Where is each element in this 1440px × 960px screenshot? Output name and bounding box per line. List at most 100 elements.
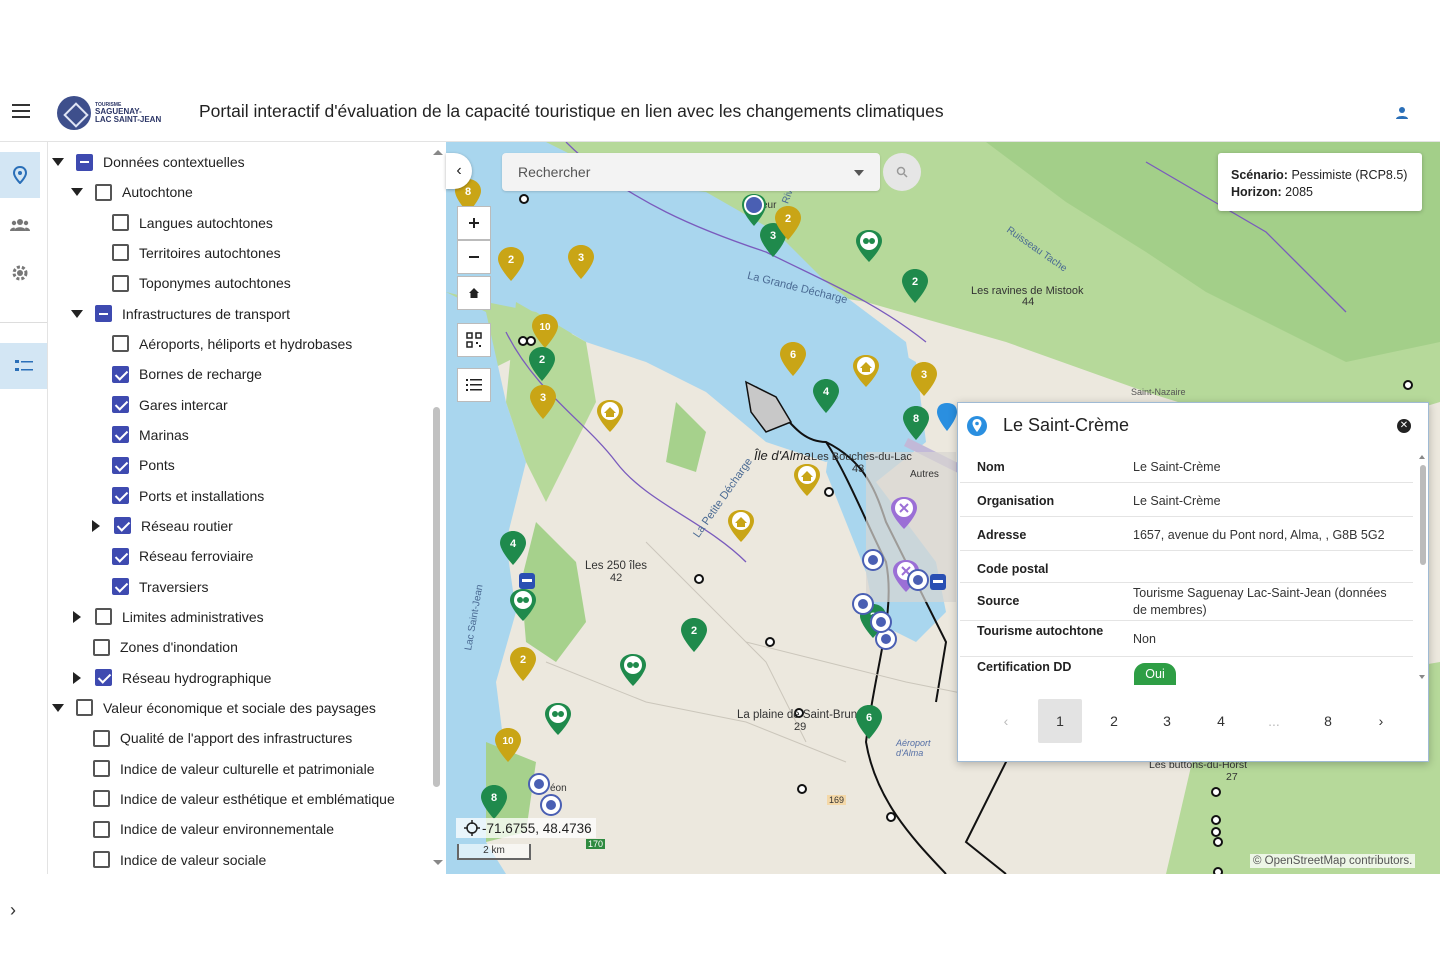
chevron-down-icon[interactable] <box>71 188 83 197</box>
layer-checkbox[interactable] <box>112 456 129 474</box>
layer-checkbox[interactable] <box>112 578 129 596</box>
layer-checkbox[interactable] <box>112 426 129 444</box>
layer-checkbox[interactable] <box>112 214 129 232</box>
layer-checkbox[interactable] <box>112 335 129 353</box>
cluster-marker[interactable]: 8 <box>902 405 930 441</box>
chevron-right-icon[interactable] <box>73 610 81 623</box>
tree-item[interactable]: Infrastructures de transport <box>71 299 290 329</box>
expand-rail-icon[interactable]: › <box>10 900 16 921</box>
page-button[interactable]: 1 <box>1038 699 1082 743</box>
tree-item[interactable]: Réseau hydrographique <box>71 663 271 693</box>
tree-item[interactable]: Traversiers <box>90 572 209 602</box>
layer-checkbox[interactable] <box>112 365 129 383</box>
popup-scroll-thumb[interactable] <box>1420 465 1426 565</box>
tree-item[interactable]: Données contextuelles <box>52 147 245 177</box>
layer-checkbox[interactable] <box>114 517 131 535</box>
page-button[interactable]: 3 <box>1145 699 1189 743</box>
layer-checkbox[interactable] <box>112 396 129 414</box>
gear-icon[interactable] <box>0 250 40 296</box>
lodging-marker[interactable] <box>792 463 822 497</box>
people-icon[interactable] <box>0 202 40 248</box>
tree-item[interactable]: Marinas <box>90 420 189 450</box>
charging-station-marker[interactable] <box>861 548 885 572</box>
charging-station-marker[interactable] <box>906 568 930 592</box>
cluster-marker[interactable]: 2 <box>509 646 537 682</box>
tree-item[interactable]: Autochtone <box>71 177 193 207</box>
lodging-marker[interactable] <box>595 399 625 433</box>
layer-checkbox[interactable] <box>112 487 129 505</box>
layer-checkbox[interactable] <box>93 851 110 869</box>
cluster-marker[interactable]: 2 <box>497 246 525 282</box>
map-pin-icon[interactable] <box>0 152 40 198</box>
cluster-marker[interactable]: 2 <box>680 617 708 653</box>
tree-item[interactable]: Bornes de recharge <box>90 359 262 389</box>
tree-item[interactable]: Indice de valeur sociale <box>71 845 266 874</box>
chevron-down-icon[interactable] <box>52 158 64 166</box>
layer-checkbox[interactable] <box>93 729 110 747</box>
page-button[interactable]: 4 <box>1199 699 1243 743</box>
bus-station-marker[interactable] <box>518 572 536 590</box>
layer-checkbox[interactable] <box>112 547 129 565</box>
attraction-marker[interactable] <box>508 588 538 622</box>
attraction-marker[interactable] <box>854 229 884 263</box>
tree-item[interactable]: Valeur économique et sociale des paysage… <box>52 693 376 723</box>
cluster-marker[interactable]: 10 <box>531 313 559 349</box>
charging-station-marker[interactable] <box>869 610 893 634</box>
lodging-marker[interactable] <box>726 509 756 543</box>
charging-station-marker[interactable] <box>539 793 563 817</box>
tree-item[interactable]: Indice de valeur culturelle et patrimoni… <box>71 754 374 784</box>
lodging-marker[interactable] <box>851 354 881 388</box>
tree-item[interactable]: Territoires autochtones <box>90 238 281 268</box>
page-button[interactable]: 2 <box>1092 699 1136 743</box>
tree-item[interactable]: Réseau ferroviaire <box>90 541 253 571</box>
tree-item[interactable]: Gares intercar <box>90 390 228 420</box>
cluster-marker[interactable]: 2 <box>774 205 802 241</box>
tree-item[interactable]: Indice de valeur esthétique et emblémati… <box>71 784 395 814</box>
attraction-marker[interactable] <box>618 653 648 687</box>
list-button[interactable] <box>457 368 491 402</box>
restaurant-marker[interactable] <box>889 496 919 530</box>
layer-checkbox[interactable] <box>93 790 110 808</box>
chevron-down-icon[interactable] <box>71 309 83 318</box>
chevron-left-icon[interactable]: ‹ <box>984 699 1028 743</box>
page-button[interactable]: 8 <box>1306 699 1350 743</box>
map-attribution[interactable]: © OpenStreetMap contributors. <box>1250 854 1416 868</box>
layer-checkbox[interactable] <box>93 760 110 778</box>
tree-item[interactable]: Zones d'inondation <box>71 632 238 662</box>
search-icon[interactable] <box>883 153 921 191</box>
chevron-down-icon[interactable] <box>52 703 64 712</box>
layer-checkbox[interactable] <box>95 669 112 687</box>
cluster-marker[interactable]: 6 <box>779 341 807 377</box>
tree-item[interactable]: Ports et installations <box>90 481 264 511</box>
search-input[interactable]: Rechercher <box>502 153 880 191</box>
layer-checkbox[interactable] <box>95 183 112 201</box>
cluster-marker[interactable]: 2 <box>528 346 556 382</box>
chevron-right-icon[interactable] <box>92 519 100 532</box>
cluster-marker[interactable]: 3 <box>910 361 938 397</box>
cluster-marker[interactable]: 3 <box>529 384 557 420</box>
cluster-marker[interactable]: 10 <box>494 727 522 763</box>
chevron-right-icon[interactable] <box>73 671 81 684</box>
cluster-marker[interactable]: 8 <box>480 784 508 820</box>
user-icon[interactable] <box>1395 106 1409 120</box>
tree-item[interactable]: Langues autochtones <box>90 208 273 238</box>
layer-checkbox[interactable] <box>76 153 93 171</box>
tree-item[interactable]: Qualité de l'apport des infrastructures <box>71 723 352 753</box>
layer-checkbox[interactable] <box>95 305 112 323</box>
cluster-marker[interactable]: 2 <box>901 268 929 304</box>
close-icon[interactable]: ✕ <box>1397 419 1411 433</box>
qr-code-button[interactable] <box>457 323 491 357</box>
chevron-down-icon[interactable] <box>854 170 864 176</box>
cluster-marker[interactable]: 6 <box>855 704 883 740</box>
cluster-marker[interactable]: 3 <box>567 244 595 280</box>
home-button[interactable] <box>457 276 491 310</box>
layer-checkbox[interactable] <box>93 820 110 838</box>
layer-tree-scroll-thumb[interactable] <box>433 407 440 787</box>
layer-checkbox[interactable] <box>95 608 112 626</box>
tree-item[interactable]: Réseau routier <box>90 511 233 541</box>
tree-item[interactable]: Ponts <box>90 450 175 480</box>
bus-station-marker[interactable] <box>929 573 947 591</box>
layer-checkbox[interactable] <box>112 274 129 292</box>
layer-checkbox[interactable] <box>93 638 110 656</box>
tree-item[interactable]: Toponymes autochtones <box>90 268 291 298</box>
